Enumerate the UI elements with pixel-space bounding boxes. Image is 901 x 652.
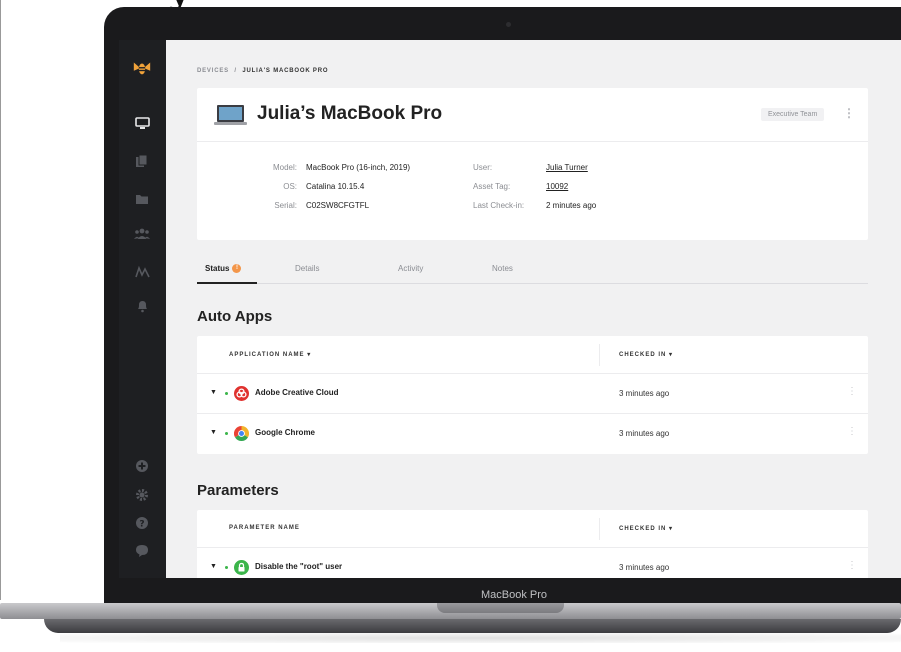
checked-in-time: 3 minutes ago bbox=[619, 389, 670, 398]
spec-last-checkin: Last Check-in: 2 minutes ago bbox=[473, 201, 596, 210]
column-header-checked-in[interactable]: CHECKED IN ▾ bbox=[619, 351, 673, 358]
column-header-parameter-name[interactable]: PARAMETER NAME bbox=[229, 525, 300, 531]
device-header: Julia’s MacBook Pro Executive Team ⋮ bbox=[197, 88, 868, 142]
parameter-name: Disable the "root" user bbox=[255, 562, 343, 571]
app-name: Google Chrome bbox=[255, 428, 316, 437]
frame-edge bbox=[0, 0, 1, 600]
marketing-image: y bbox=[0, 0, 901, 652]
spec-value: 2 minutes ago bbox=[546, 201, 597, 210]
tab-label: Status bbox=[205, 264, 230, 273]
breadcrumb-current: JULIA'S MACBOOK PRO bbox=[242, 68, 329, 74]
spec-os: OS: Catalina 10.15.4 bbox=[257, 182, 364, 191]
google-chrome-icon bbox=[233, 426, 250, 442]
page-title: Julia’s MacBook Pro bbox=[257, 103, 443, 124]
main-content: DEVICES / JULIA'S MACBOOK PRO Julia’s Ma… bbox=[166, 40, 901, 578]
auto-apps-title: Auto Apps bbox=[197, 308, 273, 325]
tab-notes[interactable]: Notes bbox=[492, 264, 513, 273]
folder-icon[interactable] bbox=[132, 189, 152, 209]
team-badge[interactable]: Executive Team bbox=[761, 108, 825, 121]
column-divider bbox=[599, 344, 600, 366]
app-name: Adobe Creative Cloud bbox=[255, 388, 339, 397]
more-options-icon[interactable]: ⋮ bbox=[843, 106, 855, 120]
parameters-title: Parameters bbox=[197, 482, 279, 499]
asset-tag-link[interactable]: 10092 bbox=[546, 182, 568, 191]
breadcrumb: DEVICES / JULIA'S MACBOOK PRO bbox=[197, 68, 328, 74]
spec-key: Asset Tag: bbox=[473, 182, 511, 191]
adobe-creative-cloud-icon bbox=[234, 386, 249, 401]
tab-bar: Status! Details Activity Notes bbox=[197, 262, 868, 284]
active-tab-indicator bbox=[197, 282, 257, 284]
user-link[interactable]: Julia Turner bbox=[546, 163, 588, 172]
documents-icon[interactable] bbox=[132, 151, 152, 171]
status-dot bbox=[225, 392, 228, 395]
status-dot bbox=[225, 432, 228, 435]
table-row[interactable]: ▼ Adobe Creative Cloud 3 minutes ago ⋮ bbox=[197, 374, 868, 414]
svg-text:?: ? bbox=[139, 520, 144, 530]
breadcrumb-separator: / bbox=[234, 68, 237, 74]
spec-serial: Serial: C02SW8CFGTFL bbox=[257, 201, 369, 210]
spec-user: User: Julia Turner bbox=[473, 163, 588, 172]
row-more-icon[interactable]: ⋮ bbox=[847, 560, 857, 571]
spec-value: Catalina 10.15.4 bbox=[306, 182, 365, 191]
row-more-icon[interactable]: ⋮ bbox=[847, 426, 857, 437]
help-icon[interactable]: ? bbox=[132, 513, 152, 533]
column-divider bbox=[599, 518, 600, 540]
bell-icon[interactable] bbox=[132, 296, 152, 316]
spec-asset-tag: Asset Tag: 10092 bbox=[473, 182, 568, 191]
sidebar: ? bbox=[119, 40, 166, 578]
bezel-label: MacBook Pro bbox=[480, 589, 548, 601]
table-row[interactable]: ▼ Disable the "root" user 3 minutes ago … bbox=[197, 548, 868, 578]
computer-icon[interactable] bbox=[132, 113, 152, 133]
tab-status[interactable]: Status! bbox=[205, 264, 242, 274]
column-header-application-name[interactable]: APPLICATION NAME ▾ bbox=[229, 351, 311, 358]
users-icon[interactable] bbox=[132, 224, 152, 244]
analytics-icon[interactable] bbox=[132, 261, 152, 281]
parameters-table: PARAMETER NAME CHECKED IN ▾ ▼ Disable th… bbox=[197, 510, 868, 578]
expand-caret-icon[interactable]: ▼ bbox=[210, 429, 217, 436]
laptop-notch bbox=[437, 603, 564, 613]
checked-in-time: 3 minutes ago bbox=[619, 563, 670, 572]
expand-caret-icon[interactable]: ▼ bbox=[210, 389, 217, 396]
spec-value: C02SW8CFGTFL bbox=[306, 201, 370, 210]
checked-in-time: 3 minutes ago bbox=[619, 429, 670, 438]
laptop-screen: ? DEVICES / JULIA'S MACBOOK PRO Julia’s … bbox=[119, 40, 901, 578]
spec-model: Model: MacBook Pro (16-inch, 2019) bbox=[257, 163, 410, 172]
column-header-checked-in[interactable]: CHECKED IN ▾ bbox=[619, 525, 673, 532]
row-more-icon[interactable]: ⋮ bbox=[847, 386, 857, 397]
laptop-icon bbox=[214, 104, 247, 126]
laptop-shadow bbox=[60, 633, 901, 643]
expand-caret-icon[interactable]: ▼ bbox=[210, 563, 217, 570]
laptop-base-foot bbox=[44, 619, 901, 633]
chat-icon[interactable] bbox=[132, 541, 152, 561]
spec-key: Model: bbox=[272, 163, 297, 172]
auto-apps-table: APPLICATION NAME ▾ CHECKED IN ▾ ▼ Adobe … bbox=[197, 336, 868, 454]
spec-key: Last Check-in: bbox=[473, 201, 525, 210]
table-header: PARAMETER NAME CHECKED IN ▾ bbox=[197, 510, 868, 548]
tab-activity[interactable]: Activity bbox=[398, 264, 423, 273]
add-circle-icon[interactable] bbox=[132, 456, 152, 476]
status-dot bbox=[225, 566, 228, 569]
spec-key: OS: bbox=[283, 182, 297, 191]
breadcrumb-devices[interactable]: DEVICES bbox=[197, 68, 229, 74]
tab-details[interactable]: Details bbox=[295, 264, 319, 273]
device-card: Julia’s MacBook Pro Executive Team ⋮ Mod… bbox=[197, 88, 868, 240]
spec-value: MacBook Pro (16-inch, 2019) bbox=[306, 163, 411, 172]
lock-icon bbox=[234, 560, 249, 575]
camera bbox=[506, 22, 511, 27]
status-alert-badge: ! bbox=[232, 264, 242, 274]
bee-logo-icon[interactable] bbox=[132, 58, 152, 78]
table-header: APPLICATION NAME ▾ CHECKED IN ▾ bbox=[197, 336, 868, 374]
table-row[interactable]: ▼ Google Chrome 3 minutes ago ⋮ bbox=[197, 414, 868, 454]
spec-key: User: bbox=[473, 163, 493, 172]
spec-key: Serial: bbox=[274, 201, 297, 210]
gear-icon[interactable] bbox=[132, 485, 152, 505]
